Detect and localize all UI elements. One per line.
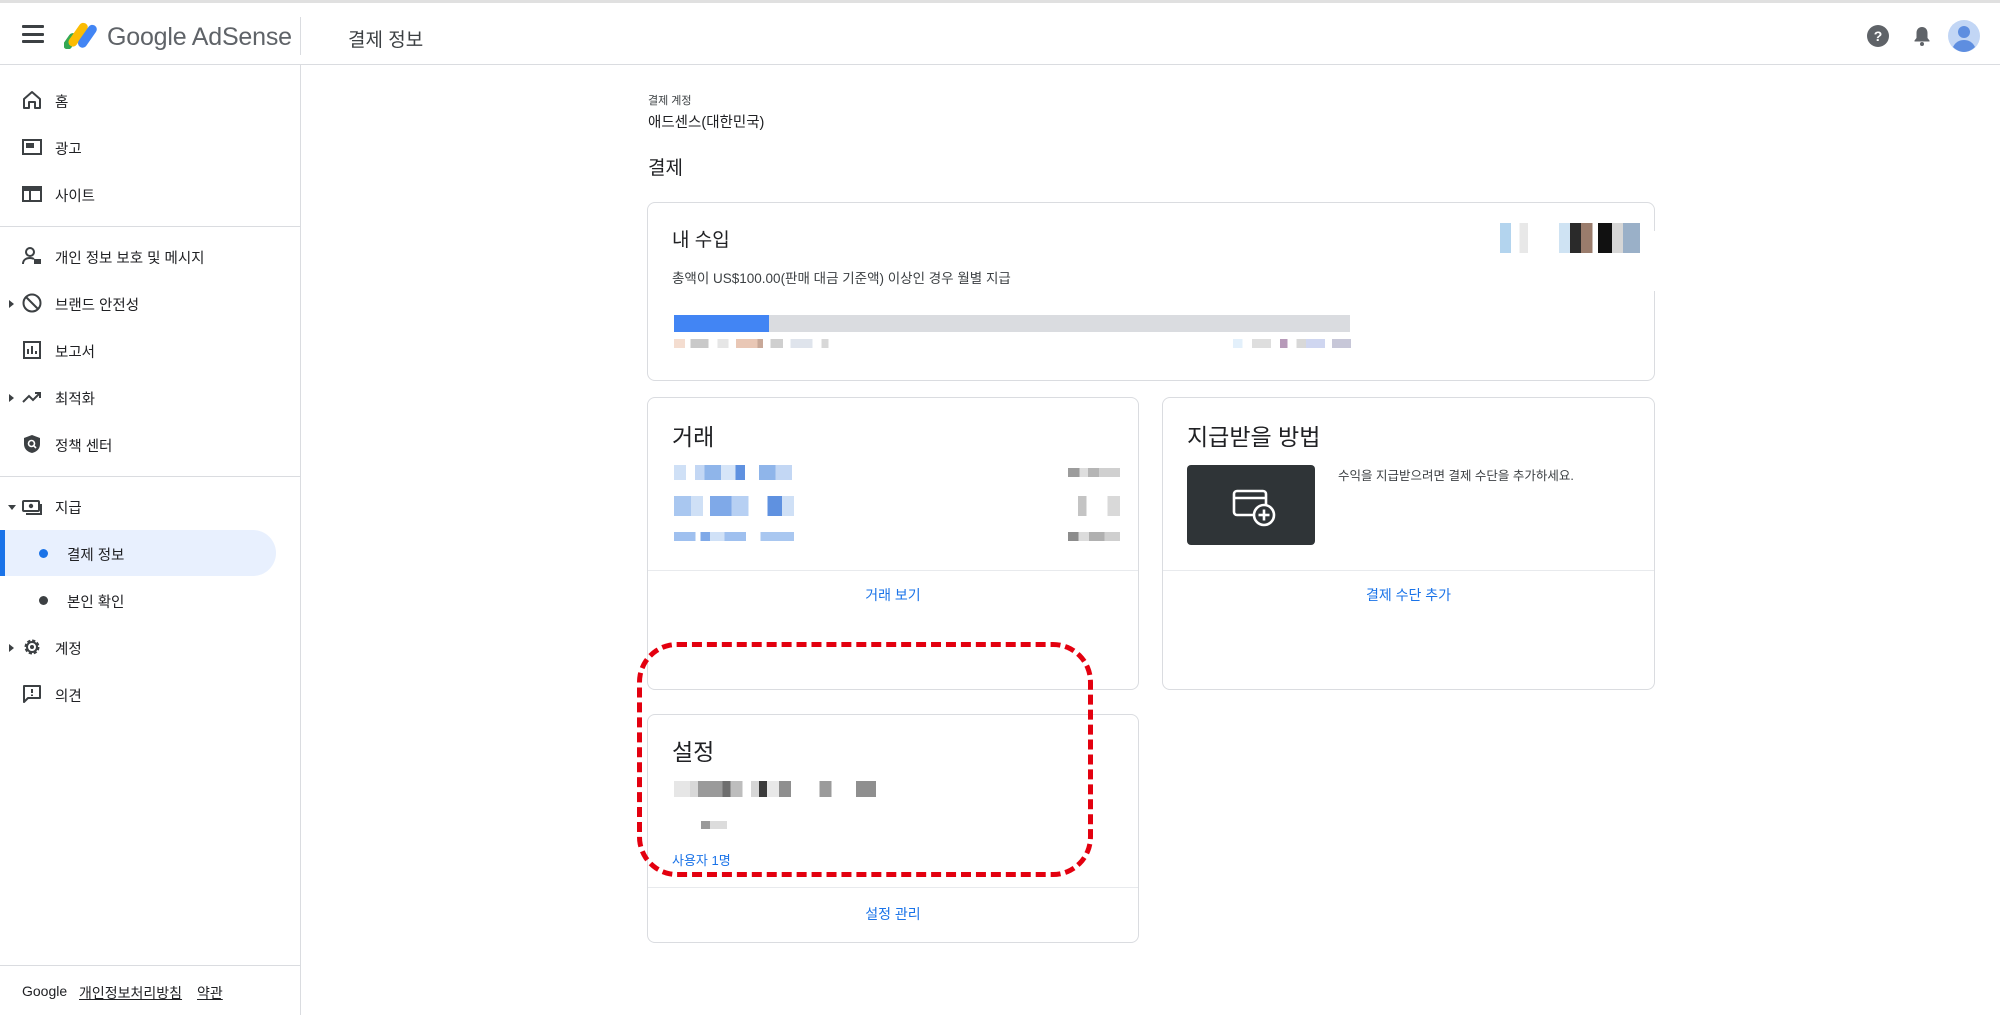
sidebar-item-label: 홈 [55,95,69,111]
settings-title: 설정 [672,739,715,765]
top-app-bar: Google AdSense 결제 정보 ? [0,0,2000,65]
sidebar-item-brand-safety[interactable]: 브랜드 안전성 [0,280,301,326]
earnings-progress-fill [674,315,769,332]
main-content: 결제 계정 애드센스(대한민국) 결제 내 수입 총액이 US$100.00(판… [301,65,2000,1015]
payment-method-description: 수익을 지급받으려면 결제 수단을 추가하세요. [1338,469,1574,483]
sidebar-footer: Google 개인정보처리방침 약관 [0,965,300,1015]
redacted-transaction-amount [1068,468,1120,477]
feedback-icon [23,685,41,703]
sidebar-item-account[interactable]: 계정 [0,624,301,670]
section-title: 결제 [648,158,683,179]
sidebar-item-label: 보고서 [55,345,96,361]
gear-icon [24,639,40,655]
expand-caret-icon[interactable] [9,300,14,308]
card-divider [1163,570,1654,571]
manage-settings-link[interactable]: 설정 관리 [648,904,1138,924]
sidebar-divider [0,226,300,227]
help-icon[interactable]: ? [1865,23,1891,49]
redacted-threshold [1233,339,1351,348]
redacted-transaction-row [674,532,794,541]
ads-icon [22,139,42,155]
earnings-title: 내 수입 [672,230,730,251]
main-menu-icon[interactable] [22,25,44,43]
users-count-link[interactable]: 사용자 1명 [672,850,731,869]
view-transactions-link[interactable]: 거래 보기 [648,585,1138,605]
sidebar-item-label: 광고 [55,142,82,158]
sidebar-item-payments[interactable]: 지급 [0,483,301,529]
add-payment-method-link[interactable]: 결제 수단 추가 [1163,585,1654,605]
redacted-setting-detail [701,821,727,829]
dot-icon [39,549,48,558]
footer-privacy-link[interactable]: 개인정보처리방침 [79,983,182,1003]
sidebar-item-identity-verification[interactable]: 본인 확인 [0,577,301,623]
sidebar-item-label: 개인 정보 보호 및 메시지 [55,251,205,267]
sidebar-item-home[interactable]: 홈 [0,77,301,123]
sidebar-item-sites[interactable]: 사이트 [0,171,301,217]
sidebar-item-optimization[interactable]: 최적화 [0,374,301,420]
block-icon [22,293,42,313]
card-divider [648,570,1138,571]
sidebar-item-policy-center[interactable]: 정책 센터 [0,421,301,467]
home-icon [23,91,41,109]
earnings-description: 총액이 US$100.00(판매 대금 기준액) 이상인 경우 월별 지급 [672,271,1011,286]
sidebar-item-label: 계정 [55,642,82,658]
billing-account-label: 결제 계정 [648,95,692,107]
earnings-progress-bar [674,315,1350,332]
notifications-bell-icon[interactable] [1909,23,1935,49]
add-card-icon [1232,489,1276,527]
sidebar-item-privacy-messaging[interactable]: 개인 정보 보호 및 메시지 [0,233,301,279]
sidebar-item-label: 사이트 [55,189,96,205]
sidebar-item-ads[interactable]: 광고 [0,124,301,170]
trending-up-icon [22,392,41,403]
page-title: 결제 정보 [348,30,424,51]
add-payment-tile[interactable] [1187,465,1315,545]
redacted-balance [1500,223,1640,253]
redacted-setting-value [674,781,876,797]
sidebar-item-label: 의견 [55,689,82,705]
card-divider [648,887,1138,888]
sidebar-item-label: 본인 확인 [67,595,125,611]
sidebar-item-label: 정책 센터 [55,439,113,455]
expand-caret-icon[interactable] [9,644,14,652]
sidebar-item-label: 브랜드 안전성 [55,298,140,314]
header-divider [300,17,301,55]
reports-icon [23,341,41,359]
transactions-title: 거래 [672,424,715,450]
transactions-card: 거래 거래 보기 [647,397,1139,690]
redacted-amount [674,339,856,348]
privacy-messaging-icon [22,247,41,265]
footer-google: Google [22,983,68,999]
footer-terms-link[interactable]: 약관 [197,983,223,1003]
sidebar-item-label: 최적화 [55,392,96,408]
svg-text:?: ? [1874,28,1883,44]
expand-caret-icon[interactable] [9,394,14,402]
brand-name: Google AdSense [107,23,292,51]
payment-method-card: 지급받을 방법 수익을 지급받으려면 결제 수단을 추가하세요. 결제 수단 추… [1162,397,1655,690]
account-avatar-icon[interactable] [1948,20,1980,52]
sites-icon [22,186,42,202]
payments-icon [22,500,42,515]
redacted-transaction-row [674,496,794,516]
billing-account-value: 애드센스(대한민국) [648,115,765,131]
sidebar-divider [0,476,300,477]
settings-card: 설정 사용자 1명 설정 관리 [647,714,1139,943]
sidebar-item-reports[interactable]: 보고서 [0,327,301,373]
sidebar-item-label: 결제 정보 [67,548,125,564]
redacted-transaction-amount [1078,496,1120,516]
sidebar-item-label: 지급 [55,501,82,517]
redacted-transaction-amount [1068,532,1120,541]
adsense-logo-icon [64,22,97,49]
dot-icon [39,596,48,605]
sidebar-nav: 홈 광고 사이트 개인 정보 보호 및 메시지 브랜드 안전성 보고서 최적화 … [0,65,301,1015]
policy-shield-icon [24,435,40,453]
redacted-transaction-row [674,465,792,480]
sidebar-item-payment-info[interactable]: 결제 정보 [0,530,276,576]
sidebar-item-feedback[interactable]: 의견 [0,671,301,717]
collapse-caret-icon[interactable] [8,505,16,510]
payment-method-title: 지급받을 방법 [1187,424,1321,450]
earnings-card: 내 수입 총액이 US$100.00(판매 대금 기준액) 이상인 경우 월별 … [647,202,1660,381]
